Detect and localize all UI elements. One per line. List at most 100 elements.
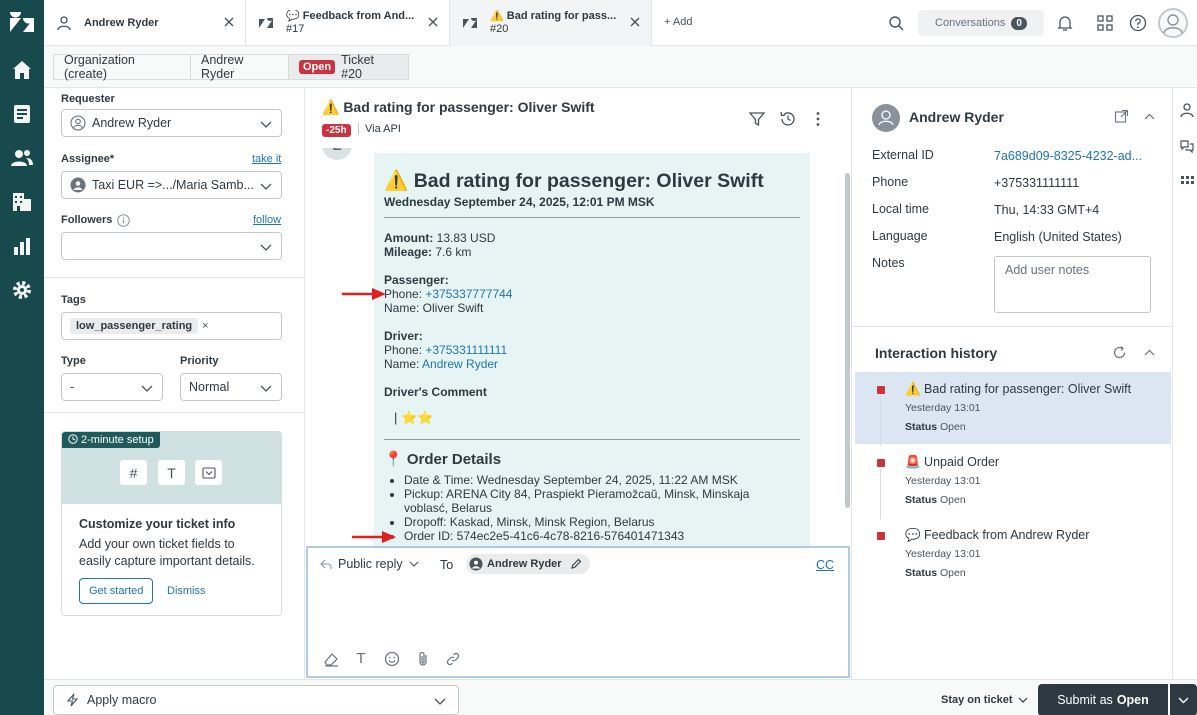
search-icon[interactable] <box>888 15 904 31</box>
user-notes-textarea[interactable]: Add user notes <box>994 256 1151 313</box>
reply-arrow-icon <box>320 558 332 570</box>
chevron-down-icon <box>409 560 419 568</box>
cc-link[interactable]: CC <box>816 558 834 572</box>
driver-phone-link[interactable]: +375331111111 <box>425 343 507 357</box>
history-item[interactable]: 💬 Feedback from Andrew Ryder Yesterday 1… <box>855 518 1171 590</box>
divider <box>852 326 1172 327</box>
refresh-icon[interactable] <box>1112 345 1127 360</box>
divider <box>384 217 800 218</box>
setup-card: 2-minute setup # T Customize your ticket… <box>61 431 282 616</box>
followers-label: Followers <box>61 214 113 226</box>
apps-grid-icon[interactable] <box>1179 174 1195 190</box>
info-icon[interactable] <box>117 214 130 227</box>
link-icon[interactable] <box>444 650 462 668</box>
history-item[interactable]: 🚨 Unpaid Order Yesterday 13:01 Status Op… <box>855 445 1171 519</box>
apply-macro-label: Apply macro <box>87 693 157 707</box>
ticket-footer: Apply macro Stay on ticket Submit as Open <box>44 679 1197 715</box>
close-tab-icon[interactable] <box>427 16 439 28</box>
requester-label: Requester <box>61 93 115 105</box>
passenger-label: Passenger: <box>384 273 449 287</box>
tab-ticket-17[interactable]: 💬 Feedback from And... #17 <box>246 0 450 46</box>
tags-field[interactable]: low_passenger_rating × <box>61 312 282 340</box>
message-thread[interactable]: E ⚠️ Bad rating for passenger: Oliver Sw… <box>306 148 850 546</box>
filter-icon[interactable] <box>748 110 766 128</box>
reporting-icon[interactable] <box>10 234 34 258</box>
chevron-down-icon <box>141 383 153 393</box>
organizations-icon[interactable] <box>10 190 34 214</box>
dismiss-button[interactable]: Dismiss <box>167 585 206 597</box>
product-tray-grid-icon[interactable] <box>1096 14 1114 32</box>
open-external-icon[interactable] <box>1114 109 1129 124</box>
type-select[interactable]: - <box>61 373 163 401</box>
remove-tag-icon[interactable]: × <box>202 320 208 332</box>
ticket-conversation: ⚠️ Bad rating for passenger: Oliver Swif… <box>306 88 850 679</box>
eraser-icon[interactable] <box>322 650 340 668</box>
notifications-bell-icon[interactable] <box>1056 14 1074 32</box>
priority-value: Normal <box>189 380 230 394</box>
author-avatar[interactable]: E <box>322 148 352 160</box>
assignee-field[interactable]: Taxi EUR =>.../Maria Samb... <box>61 171 282 199</box>
breadcrumb-organization[interactable]: Organization (create) <box>53 53 191 81</box>
priority-label: Priority <box>180 355 219 367</box>
get-started-button[interactable]: Get started <box>79 578 154 604</box>
text-format-icon[interactable]: T <box>352 650 370 668</box>
views-icon[interactable] <box>10 102 34 126</box>
chevron-down-icon <box>260 242 272 252</box>
setup-card-header: 2-minute setup # T <box>62 432 281 504</box>
tab-subtitle: #17 <box>286 23 305 35</box>
setup-pill: 2-minute setup <box>62 432 160 448</box>
user-name[interactable]: Andrew Ryder <box>909 109 1004 125</box>
driver-name-link[interactable]: Andrew Ryder <box>422 357 498 371</box>
priority-select[interactable]: Normal <box>180 373 282 401</box>
knowledge-icon[interactable] <box>1179 138 1195 154</box>
tab-ticket-20[interactable]: ⚠️ Bad rating for pass... #20 <box>450 0 652 46</box>
followers-field[interactable] <box>61 232 282 260</box>
list-item: Dropoff: Kaskad, Minsk, Minsk Region, Be… <box>404 515 794 529</box>
ticket-fields-panel: Requester Andrew Ryder Assignee* take it… <box>44 88 305 679</box>
conversation-scrollbar[interactable] <box>845 173 850 508</box>
attachment-icon[interactable] <box>414 650 432 668</box>
help-icon[interactable] <box>1129 14 1147 32</box>
close-tab-icon[interactable] <box>629 16 641 28</box>
reply-composer[interactable]: Public reply To Andrew Ryder CC T <box>306 546 850 678</box>
driver-phone-label: Phone: <box>384 343 426 357</box>
breadcrumb-ticket[interactable]: Open Ticket #20 <box>288 53 409 81</box>
chevron-up-icon[interactable] <box>1142 109 1157 124</box>
to-label: To <box>440 558 454 572</box>
follow-link[interactable]: follow <box>253 214 281 226</box>
more-options-icon[interactable] <box>809 110 827 128</box>
assignee-value: Taxi EUR =>.../Maria Samb... <box>92 178 254 192</box>
customers-icon[interactable] <box>10 146 34 170</box>
apply-macro-dropdown[interactable]: Apply macro <box>53 685 459 715</box>
edit-pencil-icon[interactable] <box>570 558 582 570</box>
chevron-up-icon[interactable] <box>1142 345 1157 360</box>
external-id-value[interactable]: 7a689d09-8325-4232-ad... <box>994 149 1152 163</box>
recipient-chip[interactable]: Andrew Ryder <box>466 554 590 574</box>
close-tab-icon[interactable] <box>223 16 235 28</box>
home-icon[interactable] <box>10 58 34 82</box>
submit-button[interactable]: Submit as Open <box>1038 684 1168 715</box>
user-context-icon[interactable] <box>1179 102 1195 118</box>
local-time-label: Local time <box>872 202 929 216</box>
ticket-status-dot <box>877 386 885 394</box>
setup-pill-label: 2-minute setup <box>81 434 154 446</box>
stay-on-ticket-dropdown[interactable]: Stay on ticket <box>941 694 1028 706</box>
profile-avatar[interactable] <box>1158 8 1188 38</box>
requester-field[interactable]: Andrew Ryder <box>61 109 282 137</box>
history-item[interactable]: ⚠️ Bad rating for passenger: Oliver Swif… <box>855 372 1171 446</box>
reply-type-dropdown[interactable]: Public reply <box>320 557 419 571</box>
user-avatar[interactable] <box>872 104 900 132</box>
admin-gear-icon[interactable] <box>10 278 34 302</box>
take-it-link[interactable]: take it <box>252 153 281 165</box>
conversations-button[interactable]: Conversations 0 <box>918 10 1044 36</box>
add-tab-button[interactable]: + Add <box>664 16 692 28</box>
submit-options-button[interactable] <box>1170 684 1197 715</box>
tab-user-andrew-ryder[interactable]: Andrew Ryder <box>44 0 246 46</box>
divider <box>44 277 305 278</box>
passenger-phone-link[interactable]: +375337777744 <box>425 287 512 301</box>
zendesk-logo-icon[interactable] <box>8 10 36 38</box>
emoji-icon[interactable] <box>383 650 401 668</box>
breadcrumb-user[interactable]: Andrew Ryder <box>190 53 289 81</box>
tag-chip[interactable]: low_passenger_rating <box>70 318 199 334</box>
history-icon[interactable] <box>779 110 797 128</box>
